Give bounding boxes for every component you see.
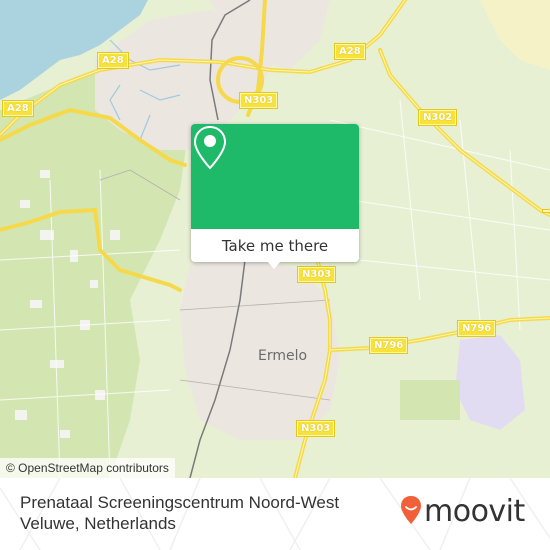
road-shield-a28: A28 [334, 43, 366, 60]
road-shield-n303: N303 [295, 420, 336, 437]
road-shield-n303: N303 [238, 92, 279, 109]
popup-header [191, 124, 359, 229]
road-shield-a28: A28 [97, 52, 129, 69]
road-shield-n302: N302 [417, 109, 458, 126]
footer: Prenataal Screeningscentrum Noord-West V… [0, 478, 550, 550]
road-shield-a28: A28 [2, 100, 34, 117]
moovit-wordmark: moovit [424, 494, 525, 529]
attribution[interactable]: © OpenStreetMap contributors [0, 458, 175, 478]
location-popup: Take me there [191, 124, 359, 269]
location-title: Prenataal Screeningscentrum Noord-West V… [20, 493, 340, 533]
moovit-logo[interactable]: moovit [400, 495, 525, 529]
road-shield-n796: N796 [456, 320, 497, 337]
map[interactable]: A28 A28 A28 N303 N302 N303 N796 N796 N30… [0, 0, 550, 478]
popup-tail [267, 261, 281, 269]
place-label-ermelo: Ermelo [258, 348, 308, 364]
road-shield-n796: N796 [368, 337, 409, 354]
take-me-there-button[interactable]: Take me there [191, 229, 359, 262]
moovit-pin-icon [400, 495, 422, 529]
road-shield-n303: N303 [296, 266, 337, 283]
road-shield-partial [542, 209, 550, 213]
